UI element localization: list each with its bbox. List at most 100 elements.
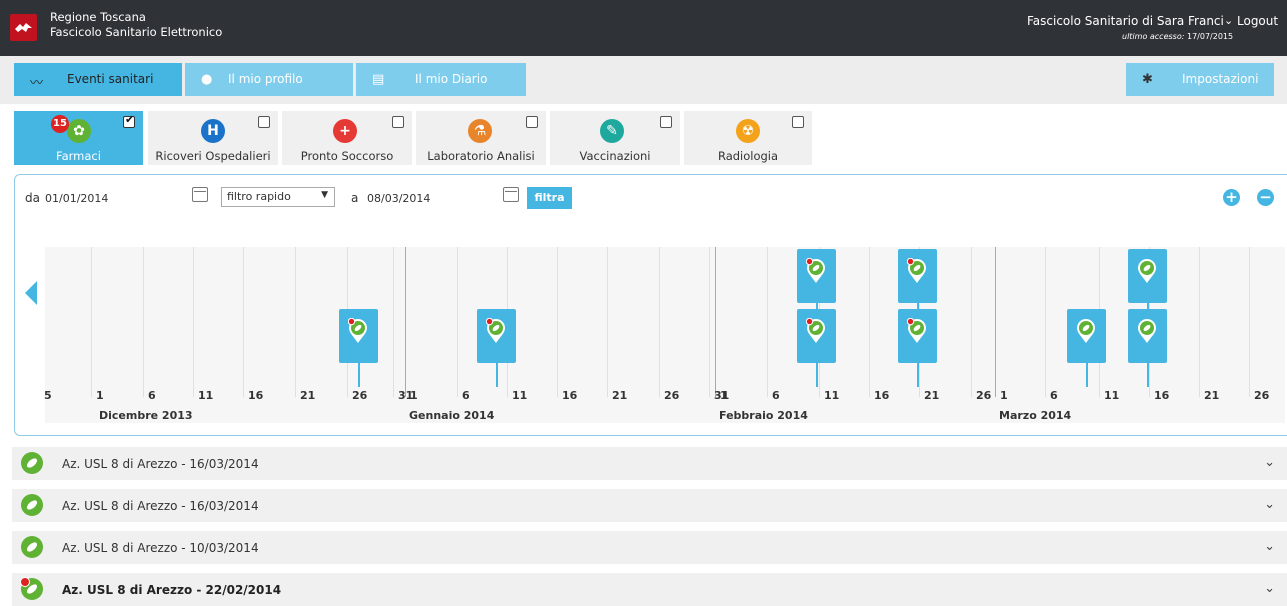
record-row[interactable]: Az. USL 8 di Arezzo - 16/03/2014 ⌄ (12, 447, 1287, 480)
pills-pin-icon (347, 318, 367, 343)
marker-stem (1146, 363, 1149, 387)
day-gridline (971, 247, 972, 397)
logout-link[interactable]: Logout (1237, 14, 1278, 28)
month-label: Dicembre 2013 (99, 409, 193, 422)
record-row[interactable]: Az. USL 8 di Arezzo - 10/03/2014 ⌄ (12, 531, 1287, 564)
tick-label: 26 (1254, 389, 1270, 402)
day-gridline (1045, 247, 1046, 397)
event-marker[interactable] (1127, 309, 1167, 387)
chevron-down-icon[interactable]: ⌄ (1264, 539, 1275, 554)
category-label: Ricoveri Ospedalieri (155, 149, 271, 163)
day-gridline (767, 247, 768, 397)
tick-label: 1 (410, 389, 418, 402)
from-date-input[interactable] (41, 187, 191, 209)
zoom-out-icon[interactable]: − (1257, 189, 1274, 206)
chevron-down-icon[interactable]: ⌄ (1264, 455, 1275, 470)
tick-label: 11 (1104, 389, 1120, 402)
pills-pin-icon (1137, 319, 1156, 343)
tick-label: 16 (562, 389, 578, 402)
tick-label: 6 (1050, 389, 1058, 402)
brand-region: Regione Toscana (50, 10, 146, 24)
tick-label: 6 (148, 389, 156, 402)
pills-pin-icon (907, 258, 926, 283)
syringe-icon: ✎ (600, 119, 624, 143)
event-marker[interactable] (797, 249, 836, 387)
category-checkbox[interactable]: ✔ (123, 113, 135, 128)
category-filters: ✿ 15 ✔ Farmaci H Ricoveri Ospedalieri + … (0, 110, 820, 166)
pills-pin-icon (806, 318, 825, 343)
day-gridline (295, 247, 296, 397)
category-checkbox[interactable] (392, 116, 404, 128)
month-divider (715, 247, 716, 397)
category-laboratorio[interactable]: ⚗ Laboratorio Analisi (416, 111, 546, 165)
day-gridline (243, 247, 244, 397)
calendar-icon[interactable] (503, 187, 519, 202)
tick-label: 1 (96, 389, 104, 402)
tick-label: 21 (300, 389, 316, 402)
day-gridline (393, 247, 394, 397)
filter-button[interactable]: filtra (527, 187, 572, 209)
timeline-prev-icon[interactable] (25, 281, 37, 305)
to-label: a (351, 191, 359, 205)
event-marker[interactable] (1127, 249, 1167, 387)
event-marker[interactable] (898, 309, 937, 387)
event-marker[interactable] (898, 249, 937, 387)
category-label: Laboratorio Analisi (427, 149, 535, 163)
event-marker[interactable] (338, 309, 378, 387)
dropdown-arrow-icon: ▼ (321, 190, 328, 200)
category-vaccinazioni[interactable]: ✎ Vaccinazioni (550, 111, 680, 165)
tab-il-mio-diario[interactable]: ▤ Il mio Diario (356, 63, 526, 96)
tick-label: 11 (824, 389, 840, 402)
category-farmaci[interactable]: ✿ 15 ✔ Farmaci (14, 111, 143, 165)
tab-il-mio-profilo[interactable]: ● Il mio profilo (185, 63, 353, 96)
tick-label: 26 (664, 389, 680, 402)
category-checkbox[interactable] (526, 116, 538, 128)
pills-pin-icon (806, 258, 825, 283)
category-checkbox[interactable] (258, 116, 270, 128)
category-checkbox[interactable] (792, 116, 804, 128)
day-gridline (557, 247, 558, 397)
day-gridline (91, 247, 92, 397)
chevron-down-icon[interactable]: ⌄ (1264, 497, 1275, 512)
record-row[interactable]: Az. USL 8 di Arezzo - 22/02/2014 ⌄ (12, 573, 1287, 606)
gear-icon: ✱ (1142, 72, 1153, 87)
record-row[interactable]: Az. USL 8 di Arezzo - 16/03/2014 ⌄ (12, 489, 1287, 522)
calendar-icon[interactable] (192, 187, 208, 202)
date-filter: da filtro rapido▼ a filtra (25, 187, 1275, 211)
event-marker[interactable] (1066, 309, 1106, 387)
day-gridline (709, 247, 710, 397)
category-checkbox[interactable] (660, 116, 672, 128)
day-gridline (457, 247, 458, 397)
category-radiologia[interactable]: ☢ Radiologia (684, 111, 812, 165)
from-label: da (25, 191, 40, 205)
tick-label: 5 (44, 389, 52, 402)
user-name[interactable]: Fascicolo Sanitario di Sara Franci (1027, 14, 1224, 28)
zoom-in-icon[interactable]: + (1223, 189, 1240, 206)
pills-pin-icon (1076, 319, 1095, 343)
tick-label: 11 (198, 389, 214, 402)
event-marker[interactable] (476, 309, 516, 387)
tick-label: 16 (1154, 389, 1170, 402)
event-marker[interactable] (797, 309, 836, 387)
quick-filter-select[interactable]: filtro rapido ▼ (221, 187, 335, 207)
category-pronto-soccorso[interactable]: + Pronto Soccorso (282, 111, 412, 165)
timeline-chart: 5 1 6 11 16 21 26 31 1 6 11 16 21 26 31 1 6 11 16 21 26 1 6 11 1… (44, 247, 1285, 423)
chevron-down-icon[interactable]: ⌄ (1224, 14, 1233, 27)
first-aid-icon: + (333, 119, 357, 143)
category-label: Pronto Soccorso (300, 149, 394, 163)
tick-label: 1 (720, 389, 728, 402)
settings-button[interactable]: ✱ Impostazioni (1126, 63, 1274, 96)
to-date-input[interactable] (363, 187, 503, 209)
pills-icon: ✿ (67, 119, 91, 143)
marker-stem (495, 363, 498, 387)
chevron-down-icon[interactable]: ⌄ (1264, 581, 1275, 596)
pills-icon (21, 536, 43, 558)
marker-stem (1085, 363, 1088, 387)
day-gridline (193, 247, 194, 397)
tick-label: 1 (1000, 389, 1008, 402)
tab-eventi-sanitari[interactable]: 〰 Eventi sanitari (14, 63, 182, 96)
tick-label: 16 (874, 389, 890, 402)
category-label: Farmaci (56, 149, 101, 163)
category-ricoveri[interactable]: H Ricoveri Ospedalieri (148, 111, 278, 165)
heartbeat-icon: 〰 (30, 76, 44, 91)
